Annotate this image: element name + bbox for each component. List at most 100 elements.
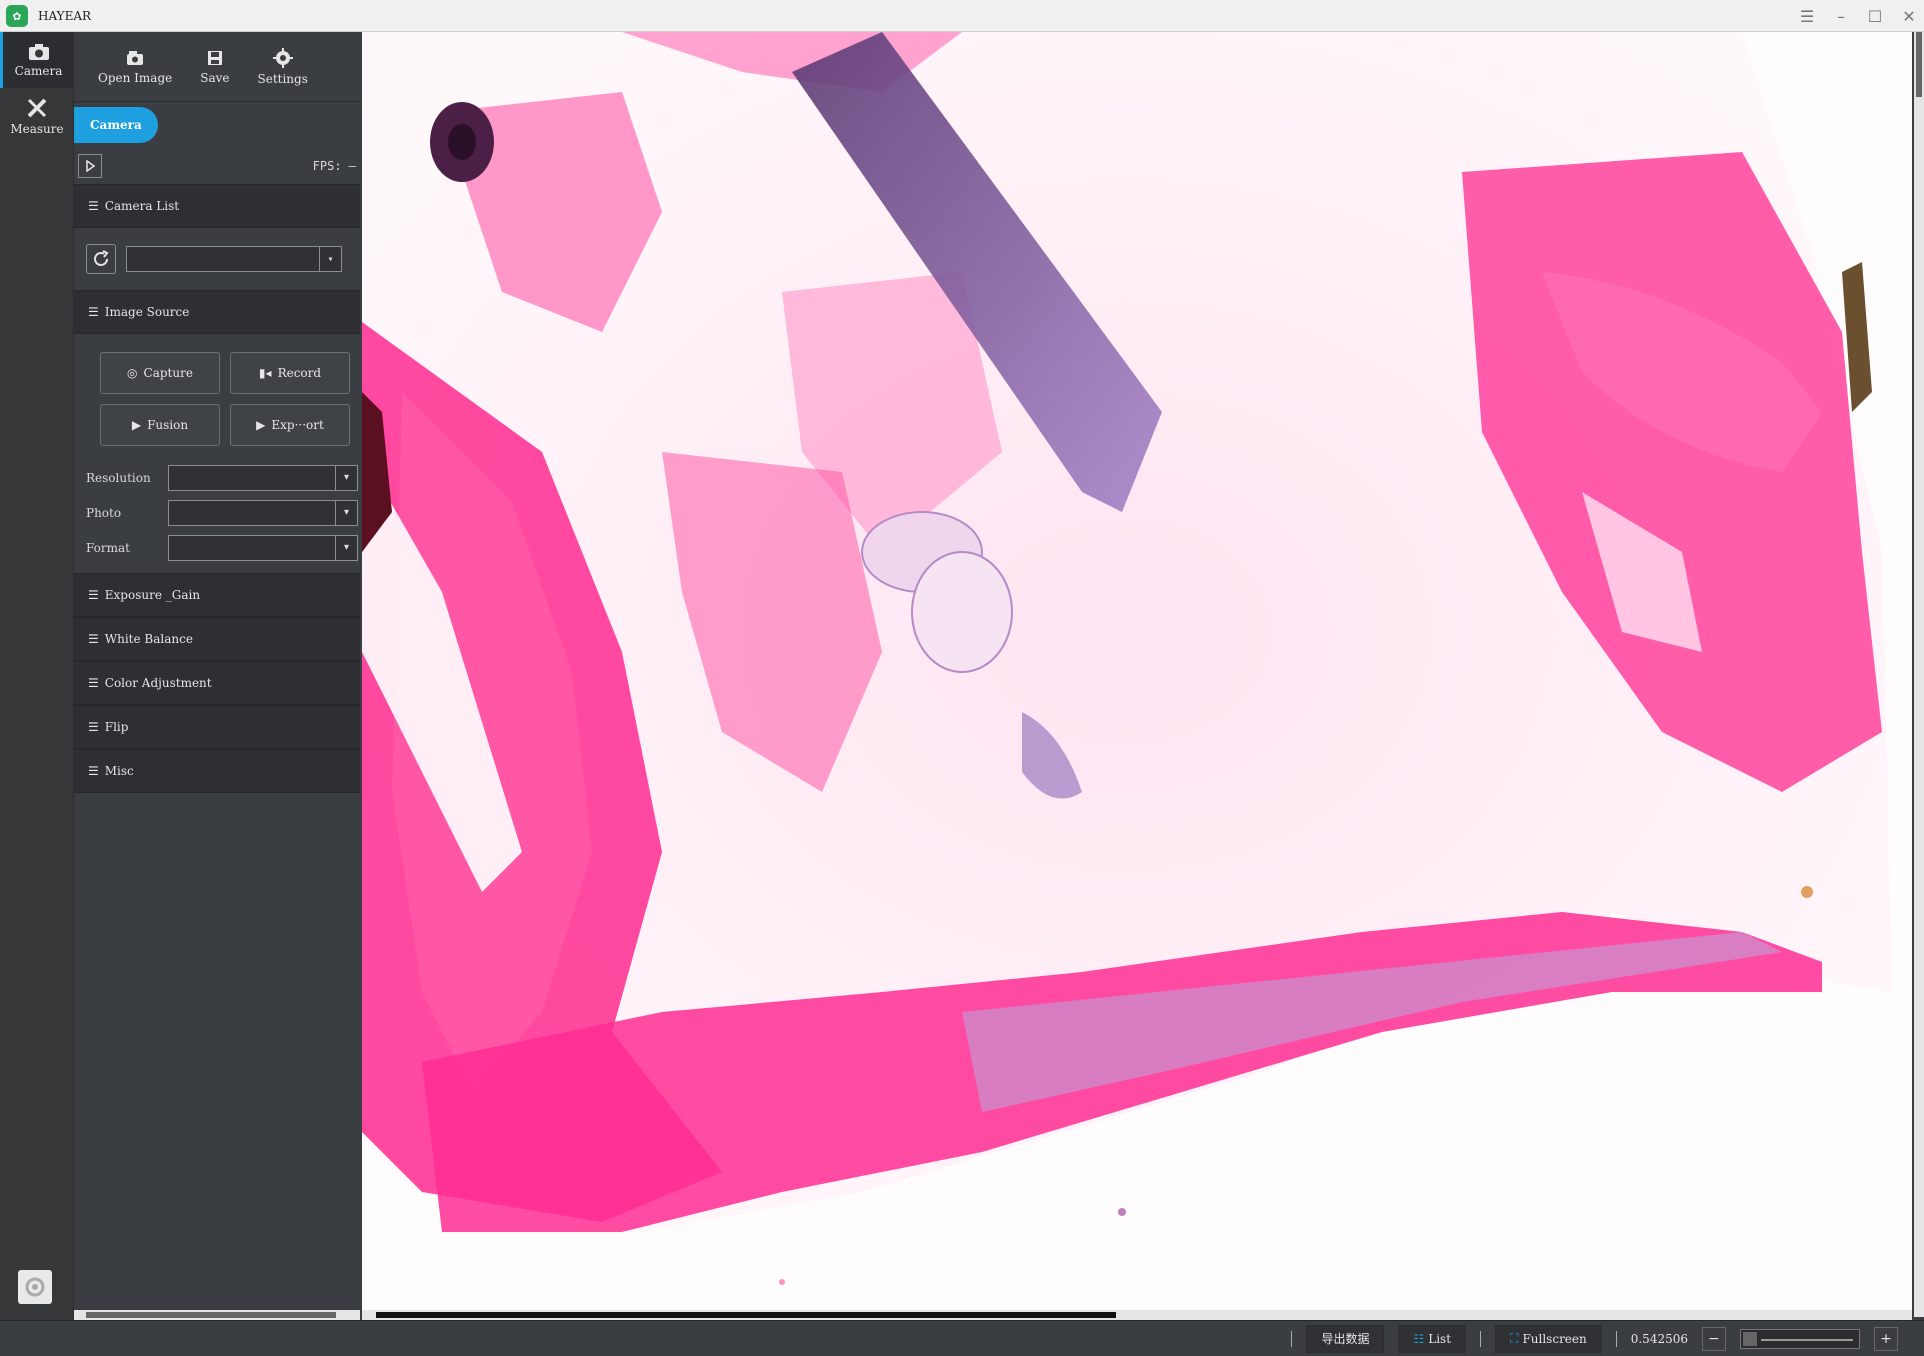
format-select[interactable]: ▾: [168, 534, 358, 561]
record-button[interactable]: ▮◂ Record: [230, 352, 350, 394]
photo-select[interactable]: ▾: [168, 499, 358, 526]
divider: [1615, 1330, 1617, 1347]
camera-icon: [28, 44, 49, 60]
collapse-list-icon: ☰: [88, 305, 99, 319]
status-bar: 导出数据 ☷ List ⛶ Fullscreen 0.542506 − +: [0, 1320, 1924, 1356]
fullscreen-label: Fullscreen: [1522, 1331, 1587, 1346]
fullscreen-icon: ⛶: [1510, 1331, 1519, 1345]
resolution-row: Resolution ▾: [74, 460, 360, 495]
chevron-down-icon: ▾: [335, 500, 357, 525]
window-controls: ☰ – ☐ ✕: [1798, 0, 1918, 32]
divider: [1291, 1330, 1293, 1347]
fusion-button[interactable]: ▶ Fusion: [100, 404, 220, 446]
section-camera-list-label: Camera List: [104, 199, 180, 213]
section-image-source-label: Image Source: [104, 305, 190, 319]
viewer-vertical-scrollbar[interactable]: [1914, 32, 1924, 1317]
microscope-image: [362, 32, 1912, 1312]
format-label: Format: [86, 540, 130, 555]
collapse-list-icon: ☰: [88, 199, 99, 213]
camera-select[interactable]: ▾: [126, 246, 342, 272]
resolution-label: Resolution: [86, 470, 151, 485]
panel-horizontal-scrollbar[interactable]: [74, 1310, 360, 1320]
fullscreen-button[interactable]: ⛶ Fullscreen: [1495, 1324, 1602, 1353]
collapse-list-icon: ☰: [88, 764, 99, 778]
shutter-icon: ◎: [127, 366, 138, 380]
capture-button[interactable]: ◎ Capture: [100, 352, 220, 394]
collapse-list-icon: ☰: [88, 632, 99, 646]
video-camera-icon: ▮◂: [258, 366, 272, 380]
zoom-value: 0.542506: [1630, 1331, 1688, 1346]
tab-camera[interactable]: Camera: [74, 107, 158, 143]
list-label: List: [1428, 1331, 1452, 1346]
refresh-icon: [94, 250, 109, 266]
collapse-list-icon: ☰: [88, 720, 99, 734]
rail-item-camera[interactable]: Camera: [0, 32, 74, 88]
gear-icon: [272, 47, 293, 68]
menu-icon[interactable]: ☰: [1798, 7, 1816, 26]
panel-tab-row: Camera: [74, 102, 360, 148]
image-viewer[interactable]: [362, 32, 1912, 1312]
control-panel: Open Image Save Settings Camera FPS: — ☰…: [74, 32, 360, 1322]
export-data-button[interactable]: 导出数据: [1306, 1324, 1385, 1353]
save-label: Save: [200, 70, 230, 85]
folder-camera-icon: [127, 50, 144, 65]
save-icon: [207, 50, 222, 65]
capture-label: Capture: [143, 366, 193, 380]
format-row: Format ▾: [74, 530, 360, 565]
photo-label: Photo: [86, 505, 122, 520]
list-icon: ☷: [1413, 1331, 1425, 1346]
section-camera-list[interactable]: ☰ Camera List: [74, 184, 360, 228]
section-color-adjustment[interactable]: ☰ Color Adjustment: [74, 661, 360, 705]
fusion-label: Fusion: [147, 418, 189, 432]
zoom-out-button[interactable]: −: [1702, 1326, 1726, 1351]
export-button[interactable]: ▶ Exp···ort: [230, 404, 350, 446]
zoom-out-icon: −: [1708, 1330, 1720, 1347]
save-button[interactable]: Save: [200, 49, 230, 85]
section-image-source[interactable]: ☰ Image Source: [74, 290, 360, 334]
resolution-select[interactable]: ▾: [168, 464, 358, 491]
rail-label-camera: Camera: [14, 64, 63, 78]
window-title: HAYEAR: [38, 8, 92, 23]
collapse-list-icon: ☰: [88, 588, 99, 602]
photo-row: Photo ▾: [74, 495, 360, 530]
section-flip[interactable]: ☰ Flip: [74, 705, 360, 749]
list-button[interactable]: ☷ List: [1398, 1324, 1467, 1353]
section-misc-label: Misc: [104, 764, 134, 778]
settings-button[interactable]: Settings: [257, 47, 308, 86]
app-settings-icon[interactable]: [18, 1270, 52, 1304]
rail-item-measure[interactable]: Measure: [0, 88, 74, 144]
fps-readout: FPS: —: [312, 159, 356, 173]
chevron-down-icon: ▾: [335, 535, 357, 560]
collapse-list-icon: ☰: [88, 676, 99, 690]
zoom-in-button[interactable]: +: [1874, 1326, 1898, 1351]
close-icon[interactable]: ✕: [1900, 7, 1918, 26]
app-logo-icon: ✿: [6, 4, 28, 27]
open-image-button[interactable]: Open Image: [98, 49, 172, 85]
settings-label: Settings: [257, 71, 308, 86]
maximize-icon[interactable]: ☐: [1866, 7, 1884, 26]
play-triangle-icon: ▶: [131, 418, 142, 432]
record-label: Record: [277, 366, 322, 380]
export-label: Exp···ort: [271, 418, 324, 432]
measure-icon: [27, 98, 47, 118]
section-white-balance[interactable]: ☰ White Balance: [74, 617, 360, 661]
image-source-buttons: ◎ Capture ▮◂ Record ▶ Fusion ▶ Exp···ort: [74, 334, 360, 446]
zoom-slider[interactable]: [1740, 1328, 1860, 1349]
fps-row: FPS: —: [74, 148, 360, 184]
play-button[interactable]: [78, 154, 102, 178]
title-bar: ✿ HAYEAR ☰ – ☐ ✕: [0, 0, 1924, 32]
divider: [1480, 1330, 1482, 1347]
section-misc[interactable]: ☰ Misc: [74, 749, 360, 793]
section-exposure-gain-label: Exposure _Gain: [104, 588, 201, 602]
section-exposure-gain[interactable]: ☰ Exposure _Gain: [74, 573, 360, 617]
camera-select-row: ▾: [74, 228, 360, 290]
left-rail: Camera Measure: [0, 32, 74, 1320]
section-flip-label: Flip: [104, 720, 129, 734]
minimize-icon[interactable]: –: [1832, 7, 1850, 26]
refresh-button[interactable]: [86, 244, 116, 274]
play-triangle-icon: ▶: [256, 418, 266, 432]
zoom-slider-knob[interactable]: [1743, 1331, 1757, 1346]
chevron-down-icon: ▾: [335, 465, 357, 490]
section-white-balance-label: White Balance: [104, 632, 193, 646]
viewer-horizontal-scrollbar[interactable]: [362, 1310, 1912, 1320]
